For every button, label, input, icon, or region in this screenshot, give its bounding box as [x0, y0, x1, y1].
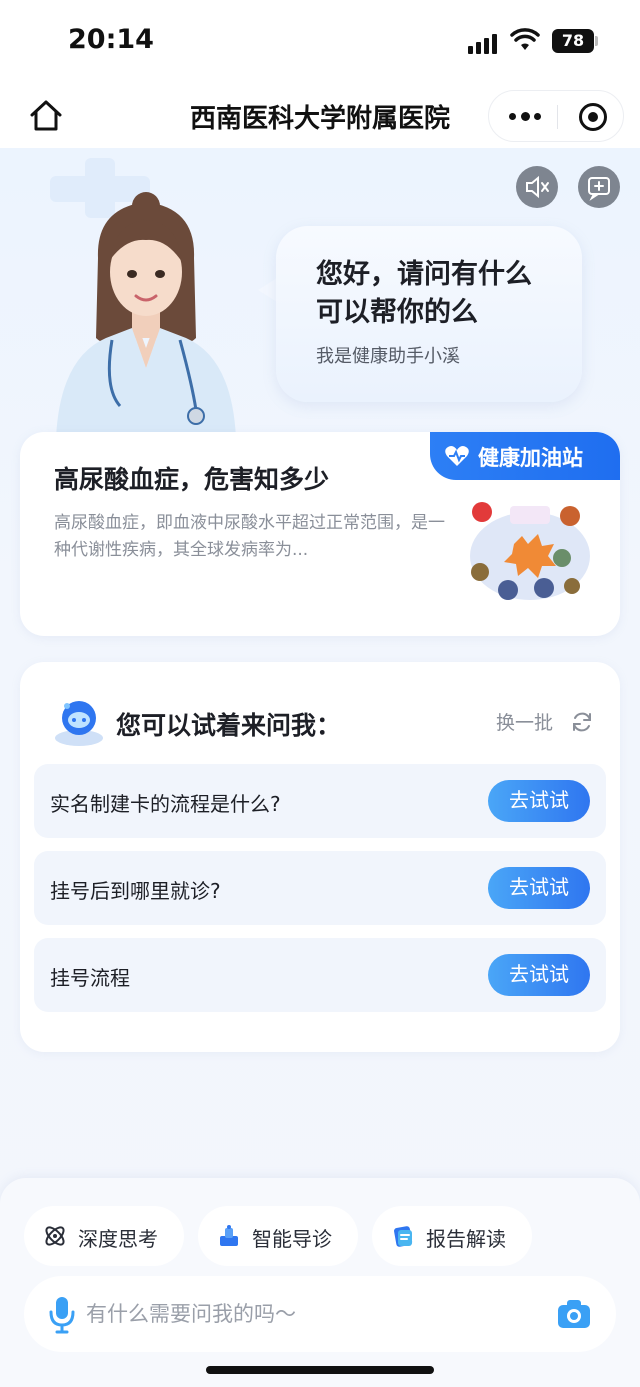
bottom-input-panel: 深度思考 智能导诊 报告解读	[0, 1178, 640, 1387]
smart-guide-chip[interactable]: 智能导诊	[198, 1206, 358, 1266]
suggested-questions-card: 您可以试着来问我： 换一批 实名制建卡的流程是什么? 去试试 挂号后到哪里就诊?…	[20, 662, 620, 1052]
question-text: 实名制建卡的流程是什么?	[50, 792, 281, 816]
hero: 您好，请问有什么可以帮你的么 我是健康助手小溪	[0, 148, 640, 438]
chip-label: 智能导诊	[252, 1227, 332, 1251]
greeting-bubble: 您好，请问有什么可以帮你的么 我是健康助手小溪	[276, 226, 582, 402]
suggested-question[interactable]: 实名制建卡的流程是什么? 去试试	[34, 764, 606, 838]
nav-bar: 西南医科大学附属医院	[0, 84, 640, 148]
assistant-avatar	[56, 192, 236, 438]
report-reading-chip[interactable]: 报告解读	[372, 1206, 532, 1266]
wifi-icon	[510, 28, 540, 50]
greeting-text: 您好，请问有什么可以帮你的么	[316, 259, 532, 328]
deep-thinking-chip[interactable]: 深度思考	[24, 1206, 184, 1266]
signal-icon	[468, 32, 502, 54]
robot-assistant-icon	[55, 701, 103, 746]
more-icon[interactable]	[507, 105, 543, 127]
report-icon	[394, 1226, 413, 1247]
close-target-icon[interactable]	[579, 103, 607, 131]
battery-icon: 78	[552, 29, 594, 53]
new-chat-button[interactable]	[578, 166, 620, 208]
guide-icon	[220, 1225, 238, 1246]
capsule-divider	[557, 105, 558, 129]
try-question-button[interactable]: 去试试	[488, 780, 590, 822]
article-title: 高尿酸血症，危害知多少	[54, 465, 330, 494]
article-thumbnail	[462, 496, 598, 608]
health-station-label: 健康加油站	[478, 446, 583, 470]
suggested-question[interactable]: 挂号流程 去试试	[34, 938, 606, 1012]
battery-tip	[595, 36, 598, 46]
home-indicator	[206, 1366, 434, 1374]
message-input[interactable]	[86, 1290, 536, 1338]
heart-pulse-icon	[445, 446, 469, 466]
refresh-label: 换一批	[496, 712, 554, 734]
camera-icon[interactable]	[556, 1298, 592, 1330]
chip-label: 深度思考	[78, 1227, 158, 1251]
assistant-intro: 我是健康助手小溪	[316, 346, 460, 367]
refresh-suggestions-button[interactable]: 换一批	[496, 708, 598, 736]
atom-icon	[45, 1226, 65, 1246]
status-time: 20:14	[68, 24, 154, 55]
suggested-question[interactable]: 挂号后到哪里就诊? 去试试	[34, 851, 606, 925]
assistant-page: 20:14 78 西南医科大学附属医院 您好，请问有什么可以帮你的么 我是健康助…	[0, 0, 640, 1387]
chip-label: 报告解读	[426, 1227, 506, 1251]
try-question-button[interactable]: 去试试	[488, 867, 590, 909]
health-station-tag: 健康加油站	[430, 432, 620, 480]
suggestions-title: 您可以试着来问我：	[116, 711, 342, 740]
status-bar: 20:14 78	[0, 0, 640, 84]
health-article-card[interactable]: 健康加油站 高尿酸血症，危害知多少 高尿酸血症，即血液中尿酸水平超过正常范围，是…	[20, 432, 620, 636]
mute-button[interactable]	[516, 166, 558, 208]
question-text: 挂号流程	[50, 966, 130, 990]
mini-program-capsule	[488, 90, 624, 142]
refresh-icon	[573, 712, 591, 732]
message-input-bar	[24, 1276, 616, 1352]
speaker-mute-icon	[526, 175, 549, 199]
microphone-icon[interactable]	[48, 1294, 76, 1334]
try-question-button[interactable]: 去试试	[488, 954, 590, 996]
article-summary: 高尿酸血症，即血液中尿酸水平超过正常范围，是一种代谢性疾病，其全球发病率为...	[54, 513, 445, 560]
question-text: 挂号后到哪里就诊?	[50, 879, 221, 903]
new-chat-icon	[588, 177, 610, 201]
